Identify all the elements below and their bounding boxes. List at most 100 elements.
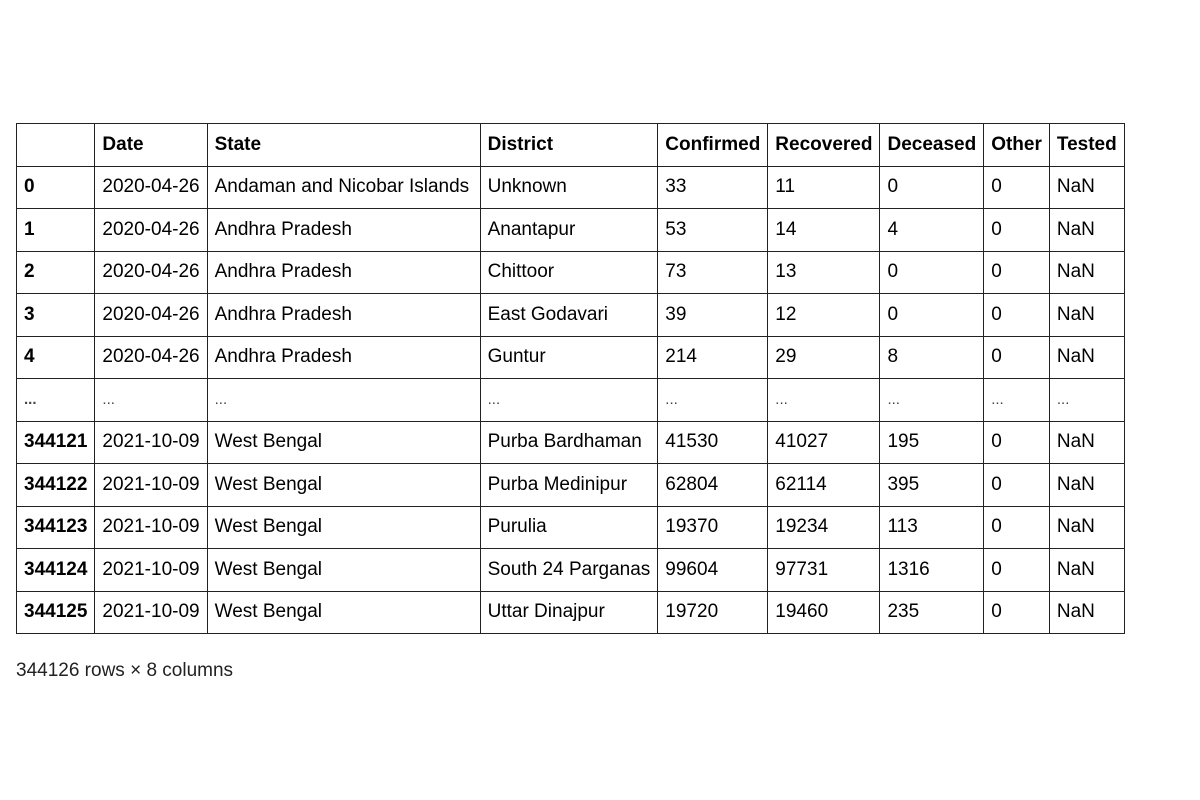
table-row: 3 2020-04-26 Andhra Pradesh East Godavari 39… xyxy=(15,293,1125,337)
table-cell: 0 xyxy=(983,463,1050,507)
table-cell: 0 xyxy=(983,590,1050,634)
table-cell: 19234 xyxy=(767,505,881,549)
table-cell: 0 xyxy=(983,420,1050,464)
table-cell: Anantapur xyxy=(479,208,659,252)
column-header: Tested xyxy=(1048,123,1125,167)
table-header: Date State District Confirmed Recovered Decea… xyxy=(15,123,1125,167)
table-cell: Purba Bardhaman xyxy=(479,420,659,464)
table-cell: Andaman and Nicobar Islands xyxy=(206,165,481,209)
header-row: Date State District Confirmed Recovered Decea… xyxy=(15,123,1125,167)
table-cell: 62114 xyxy=(767,463,881,507)
table-cell: East Godavari xyxy=(479,293,659,337)
table-row: 1 2020-04-26 Andhra Pradesh Anantapur 53 14 4 0… xyxy=(15,208,1125,252)
table-row: 4 2020-04-26 Andhra Pradesh Guntur 214 29 8 0 Na… xyxy=(15,335,1125,379)
table-cell: 113 xyxy=(879,505,985,549)
row-index: 3 xyxy=(15,293,96,337)
table-cell: West Bengal xyxy=(206,420,481,464)
row-index: 1 xyxy=(15,208,96,252)
table-row: 344123 2021-10-09 West Bengal Purulia 19370 1… xyxy=(15,505,1125,549)
row-index: 344121 xyxy=(15,420,96,464)
table-cell: 0 xyxy=(983,250,1050,294)
table-cell: 19460 xyxy=(767,590,881,634)
dataframe-container: Date State District Confirmed Recovered Decea… xyxy=(15,123,1125,634)
shape-summary: 344126 rows × 8 columns xyxy=(16,660,234,681)
row-index: 2 xyxy=(15,250,96,294)
table-row: 0 2020-04-26 Andaman and Nicobar Islands Un… xyxy=(15,165,1125,209)
table-cell: South 24 Parganas xyxy=(479,548,659,592)
row-index: 0 xyxy=(15,165,96,209)
table-cell: 2021-10-09 xyxy=(94,420,208,464)
row-index: 344124 xyxy=(15,548,96,592)
table-cell: Andhra Pradesh xyxy=(206,250,481,294)
table-cell: 12 xyxy=(767,293,881,337)
table-cell: 39 xyxy=(657,293,769,337)
table-cell: NaN xyxy=(1048,590,1125,634)
table-cell: 235 xyxy=(879,590,985,634)
column-header: Confirmed xyxy=(657,123,769,167)
column-header: Other xyxy=(983,123,1050,167)
table-cell: Uttar Dinajpur xyxy=(479,590,659,634)
row-index: 4 xyxy=(15,335,96,379)
column-header: Recovered xyxy=(767,123,881,167)
table-cell: 0 xyxy=(879,293,985,337)
index-header xyxy=(15,123,96,167)
table-row: 344124 2021-10-09 West Bengal South 24 Parg… xyxy=(15,548,1125,592)
table-cell: 19370 xyxy=(657,505,769,549)
table-cell: 395 xyxy=(879,463,985,507)
table-cell: Purulia xyxy=(479,505,659,549)
table-cell: West Bengal xyxy=(206,590,481,634)
table-cell: Andhra Pradesh xyxy=(206,208,481,252)
dataframe-table: Date State District Confirmed Recovered Decea… xyxy=(15,123,1125,634)
table-cell: 2020-04-26 xyxy=(94,250,208,294)
table-cell: ... xyxy=(1048,378,1125,422)
table-cell: ... xyxy=(983,378,1050,422)
table-cell: 2020-04-26 xyxy=(94,165,208,209)
table-cell: ... xyxy=(479,378,659,422)
table-cell: NaN xyxy=(1048,420,1125,464)
table-cell: 0 xyxy=(983,548,1050,592)
row-index: 344122 xyxy=(15,463,96,507)
table-cell: Unknown xyxy=(479,165,659,209)
table-cell: 8 xyxy=(879,335,985,379)
table-cell: 0 xyxy=(983,505,1050,549)
table-cell: NaN xyxy=(1048,335,1125,379)
table-cell: ... xyxy=(767,378,881,422)
table-row: 344122 2021-10-09 West Bengal Purba Medinip… xyxy=(15,463,1125,507)
table-cell: 33 xyxy=(657,165,769,209)
table-cell: West Bengal xyxy=(206,505,481,549)
table-body: 0 2020-04-26 Andaman and Nicobar Islands Un… xyxy=(15,165,1125,634)
table-cell: 2020-04-26 xyxy=(94,335,208,379)
table-cell: ... xyxy=(94,378,208,422)
table-cell: 214 xyxy=(657,335,769,379)
row-index: 344125 xyxy=(15,590,96,634)
table-cell: Chittoor xyxy=(479,250,659,294)
table-cell: 1316 xyxy=(879,548,985,592)
table-cell: 2020-04-26 xyxy=(94,293,208,337)
table-cell: West Bengal xyxy=(206,463,481,507)
table-cell: NaN xyxy=(1048,505,1125,549)
table-cell: ... xyxy=(206,378,481,422)
table-cell: Andhra Pradesh xyxy=(206,293,481,337)
table-cell: NaN xyxy=(1048,165,1125,209)
column-header: District xyxy=(479,123,659,167)
column-header: Date xyxy=(94,123,208,167)
table-cell: NaN xyxy=(1048,293,1125,337)
table-cell: 0 xyxy=(983,335,1050,379)
table-cell: 99604 xyxy=(657,548,769,592)
table-row: 344121 2021-10-09 West Bengal Purba Bardham… xyxy=(15,420,1125,464)
table-cell: 0 xyxy=(983,208,1050,252)
table-cell: 2021-10-09 xyxy=(94,548,208,592)
table-cell: 19720 xyxy=(657,590,769,634)
column-header: Deceased xyxy=(879,123,985,167)
table-row: 344125 2021-10-09 West Bengal Uttar Dinajpu… xyxy=(15,590,1125,634)
table-cell: 73 xyxy=(657,250,769,294)
row-index: 344123 xyxy=(15,505,96,549)
table-cell: 14 xyxy=(767,208,881,252)
table-cell: NaN xyxy=(1048,463,1125,507)
ellipsis-row: ........................... xyxy=(15,378,1125,422)
table-cell: 29 xyxy=(767,335,881,379)
table-row: 2 2020-04-26 Andhra Pradesh Chittoor 73 13 0 0 N… xyxy=(15,250,1125,294)
table-cell: ... xyxy=(657,378,769,422)
table-cell: 62804 xyxy=(657,463,769,507)
table-cell: Purba Medinipur xyxy=(479,463,659,507)
